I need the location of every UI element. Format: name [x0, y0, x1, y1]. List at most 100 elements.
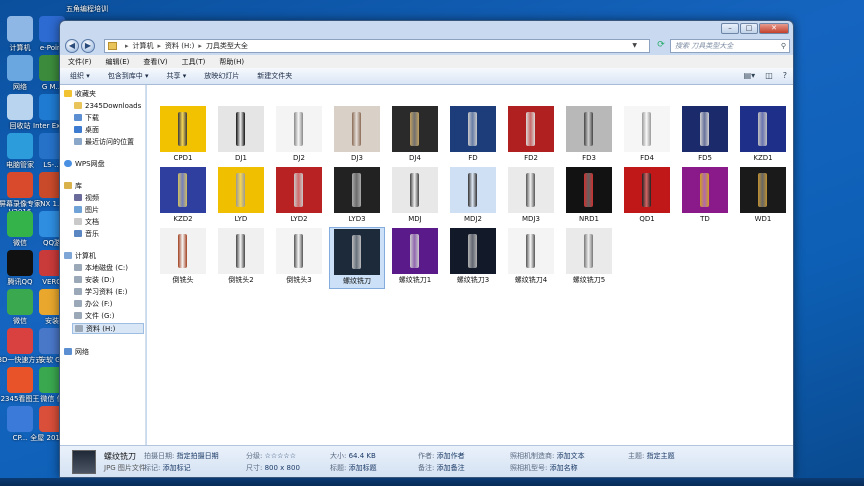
field-value: 指定主题: [646, 452, 675, 460]
preview-pane-icon[interactable]: ◫: [765, 71, 773, 80]
maximize-button[interactable]: □: [740, 23, 758, 34]
nav-lib-music[interactable]: 音乐: [74, 229, 99, 240]
file-item[interactable]: TD: [677, 166, 733, 228]
nav-drive-d[interactable]: 安装 (D:): [74, 275, 114, 286]
file-item[interactable]: NRD1: [561, 166, 617, 228]
star-icon: [64, 90, 72, 97]
date-taken-field[interactable]: 拍摄日期: 指定拍摄日期: [144, 451, 219, 461]
forward-button[interactable]: ▶: [81, 39, 95, 53]
file-item[interactable]: 螺纹铣刀: [329, 227, 385, 289]
nav-fav-downloads[interactable]: 下载: [74, 113, 99, 124]
file-item[interactable]: 倒铣头: [155, 227, 211, 289]
file-item[interactable]: FD5: [677, 105, 733, 167]
nav-drive-h[interactable]: 资料 (H:): [72, 323, 144, 334]
file-name: 倒铣头2: [228, 276, 254, 284]
chevron-down-icon[interactable]: ▼: [632, 42, 637, 49]
author-field[interactable]: 作者: 添加作者: [418, 451, 465, 461]
file-item[interactable]: MDJ: [387, 166, 443, 228]
help-icon[interactable]: ?: [783, 71, 787, 80]
image-thumbnail: [392, 228, 438, 274]
file-item[interactable]: LYD2: [271, 166, 327, 228]
tags-field[interactable]: 标记: 添加标记: [144, 463, 191, 473]
file-item[interactable]: DJ2: [271, 105, 327, 167]
rating-field[interactable]: 分级: ☆☆☆☆☆: [246, 451, 296, 461]
back-button[interactable]: ◀: [65, 39, 79, 53]
field-key: 标记:: [144, 464, 161, 472]
nav-fav-2345downloads[interactable]: 2345Downloads: [74, 101, 141, 112]
menu-help[interactable]: 帮助(H): [219, 57, 244, 67]
nav-wps-cloud[interactable]: WPS网盘: [64, 159, 105, 170]
view-options-icon[interactable]: ▤▾: [744, 71, 756, 80]
drive-icon: [74, 312, 82, 319]
nav-favorites[interactable]: 收藏夹: [64, 89, 96, 100]
file-item[interactable]: KZD2: [155, 166, 211, 228]
file-item[interactable]: CPD1: [155, 105, 211, 167]
breadcrumb-drive[interactable]: 资料 (H:): [165, 41, 194, 51]
refresh-icon[interactable]: ⟳: [654, 39, 668, 53]
image-thumbnail: [682, 106, 728, 152]
file-item[interactable]: FD3: [561, 105, 617, 167]
search-input[interactable]: 搜索 刀具类型大全 ⚲: [670, 39, 790, 53]
file-item[interactable]: KZD1: [735, 105, 791, 167]
nav-label: 下载: [85, 114, 99, 122]
menu-tools[interactable]: 工具(T): [182, 57, 206, 67]
menu-view[interactable]: 查看(V): [143, 57, 167, 67]
include-in-library-button[interactable]: 包含到库中 ▾: [108, 71, 149, 81]
rating-stars-icon[interactable]: ☆☆☆☆☆: [265, 452, 296, 460]
file-item[interactable]: 螺纹铣刀1: [387, 227, 443, 289]
tool-shape: [294, 173, 303, 207]
nav-lib-documents[interactable]: 文档: [74, 217, 99, 228]
nav-network[interactable]: 网络: [64, 347, 89, 358]
file-item[interactable]: 螺纹铣刀4: [503, 227, 559, 289]
file-item[interactable]: MDJ2: [445, 166, 501, 228]
address-bar[interactable]: ▸ 计算机 ▸ 资料 (H:) ▸ 刀具类型大全 ▼: [104, 39, 650, 53]
search-icon[interactable]: ⚲: [781, 40, 786, 52]
nav-drive-f[interactable]: 办公 (F:): [74, 299, 113, 310]
file-item[interactable]: FD: [445, 105, 501, 167]
file-item[interactable]: 螺纹铣刀5: [561, 227, 617, 289]
file-item[interactable]: FD2: [503, 105, 559, 167]
menu-edit[interactable]: 编辑(E): [106, 57, 130, 67]
file-item[interactable]: 倒铣头2: [213, 227, 269, 289]
file-item[interactable]: WD1: [735, 166, 791, 228]
file-item[interactable]: MDJ3: [503, 166, 559, 228]
nav-lib-pictures[interactable]: 图片: [74, 205, 99, 216]
file-item[interactable]: FD4: [619, 105, 675, 167]
comments-field[interactable]: 备注: 添加备注: [418, 463, 465, 473]
nav-fav-recent[interactable]: 最近访问的位置: [74, 137, 134, 148]
nav-libraries[interactable]: 库: [64, 181, 82, 192]
file-item[interactable]: QD1: [619, 166, 675, 228]
menu-file[interactable]: 文件(F): [68, 57, 92, 67]
file-item[interactable]: LYD3: [329, 166, 385, 228]
nav-computer[interactable]: 计算机: [64, 251, 96, 262]
nav-label: 本地磁盘 (C:): [85, 264, 128, 272]
breadcrumb-folder[interactable]: 刀具类型大全: [206, 41, 248, 51]
share-button[interactable]: 共享 ▾: [167, 71, 187, 81]
camera-model-field[interactable]: 照相机型号: 添加名称: [510, 463, 578, 473]
title-bar[interactable]: – □ ✕: [60, 21, 793, 37]
file-item[interactable]: DJ4: [387, 105, 443, 167]
nav-label: 文档: [85, 218, 99, 226]
field-key: 主题:: [628, 452, 645, 460]
file-item[interactable]: DJ1: [213, 105, 269, 167]
file-item[interactable]: 倒铣头3: [271, 227, 327, 289]
slideshow-button[interactable]: 放映幻灯片: [204, 71, 239, 81]
nav-fav-desktop[interactable]: 桌面: [74, 125, 99, 136]
file-item[interactable]: DJ3: [329, 105, 385, 167]
organize-button[interactable]: 组织 ▾: [70, 71, 90, 81]
breadcrumb-computer[interactable]: 计算机: [133, 41, 154, 51]
new-folder-button[interactable]: 新建文件夹: [257, 71, 292, 81]
nav-drive-g[interactable]: 文件 (G:): [74, 311, 114, 322]
nav-lib-videos[interactable]: 视频: [74, 193, 99, 204]
nav-drive-c[interactable]: 本地磁盘 (C:): [74, 263, 128, 274]
selected-file-name: 螺纹铣刀: [104, 452, 136, 461]
nav-drive-e[interactable]: 学习资料 (E:): [74, 287, 127, 298]
minimize-button[interactable]: –: [721, 23, 739, 34]
file-item[interactable]: LYD: [213, 166, 269, 228]
subject-field[interactable]: 主题: 指定主题: [628, 451, 675, 461]
title-field[interactable]: 标题: 添加标题: [330, 463, 377, 473]
close-button[interactable]: ✕: [759, 23, 789, 34]
camera-maker-field[interactable]: 照相机制造商: 添加文本: [510, 451, 585, 461]
computer-icon: [64, 252, 72, 259]
file-item[interactable]: 螺纹铣刀3: [445, 227, 501, 289]
